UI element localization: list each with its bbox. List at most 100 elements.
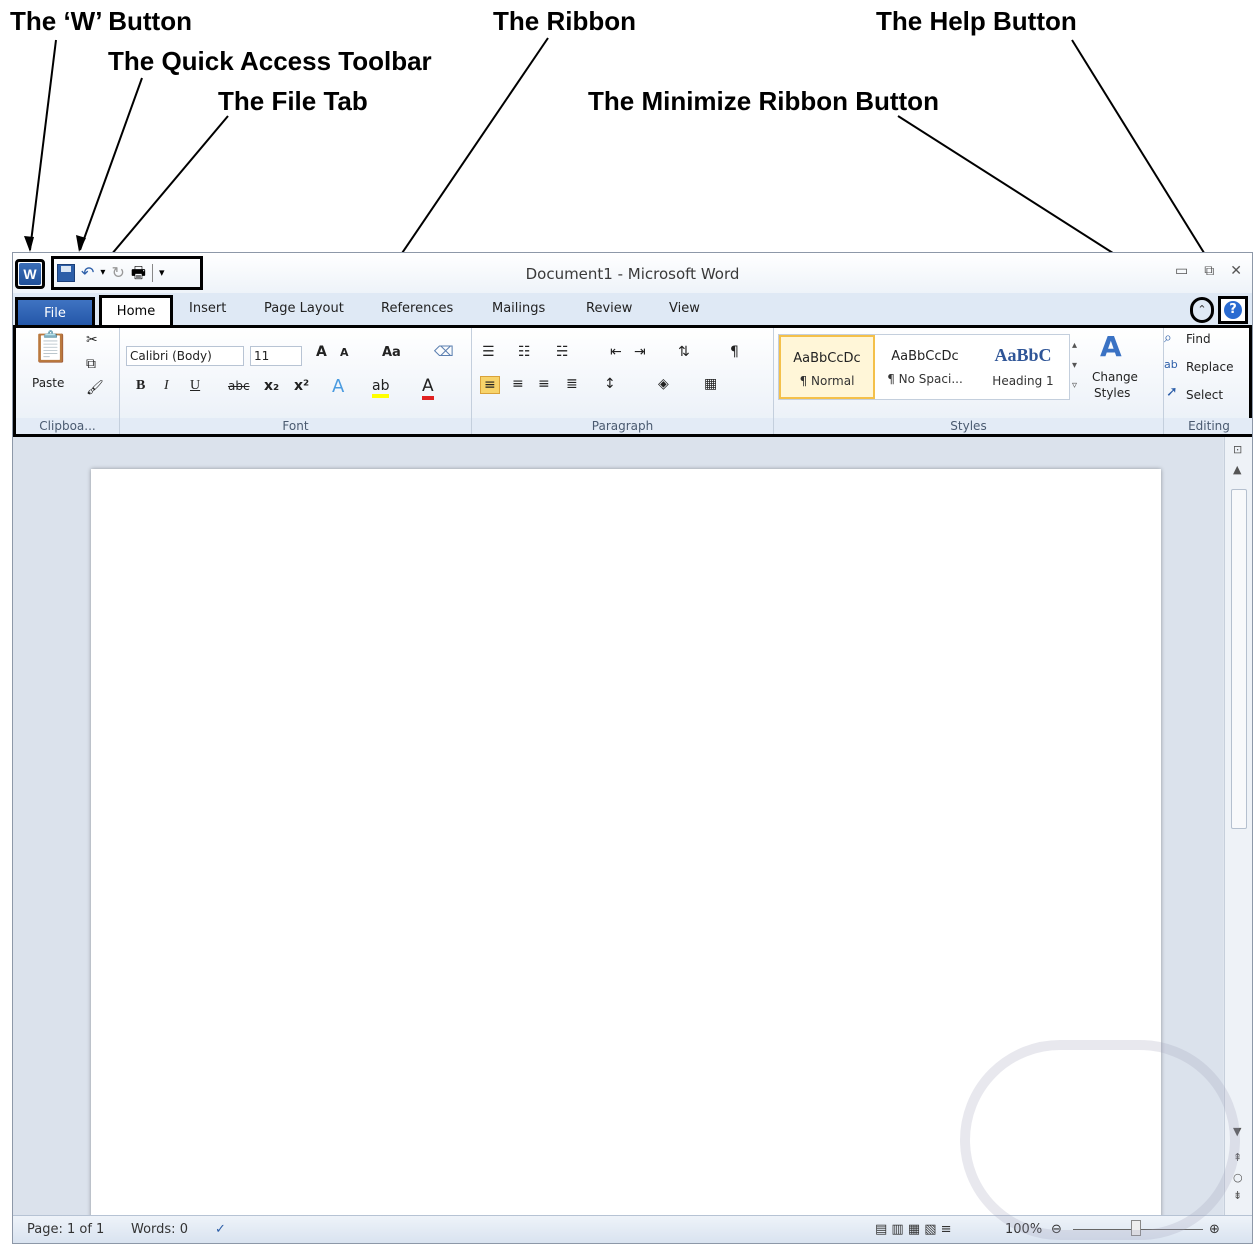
next-page-icon[interactable]: ⇟	[1233, 1189, 1242, 1202]
align-left-icon[interactable]: ≡	[480, 376, 500, 394]
tab-insert[interactable]: Insert	[189, 301, 226, 316]
arrowhead-w-button	[24, 236, 34, 252]
copy-icon[interactable]: ⧉	[86, 356, 96, 372]
select-icon[interactable]: ➚	[1166, 384, 1178, 400]
find-button[interactable]: Find	[1186, 332, 1211, 346]
font-size-combo[interactable]: 11	[250, 346, 302, 366]
group-label-editing: Editing	[1164, 418, 1252, 434]
paste-icon[interactable]: 📋	[32, 330, 69, 365]
group-clipboard: 📋 Paste ✂ ⧉ 🖌 Clipboa...	[16, 328, 120, 434]
restore-window-icon[interactable]: ⧉	[1204, 263, 1214, 279]
text-effects-icon[interactable]: A	[332, 376, 344, 397]
annotation-help-button: The Help Button	[876, 6, 1077, 36]
increase-indent-icon[interactable]: ⇥	[634, 344, 646, 360]
style-no-spacing[interactable]: AaBbCcDc ¶ No Spaci...	[877, 335, 973, 399]
change-case-button[interactable]: Aa	[382, 345, 401, 360]
annotation-quick-access-toolbar: The Quick Access Toolbar	[108, 46, 432, 76]
window-controls: ▭ ⧉ ✕	[1175, 263, 1242, 279]
annotation-file-tab: The File Tab	[218, 86, 368, 116]
style-normal[interactable]: AaBbCcDc ¶ Normal	[779, 335, 875, 399]
style-sample: AaBbCcDc	[793, 351, 861, 366]
font-color-icon[interactable]: A	[422, 376, 434, 400]
word-count[interactable]: Words: 0	[131, 1222, 188, 1237]
logo-watermark	[960, 1040, 1240, 1240]
change-styles-label-2[interactable]: Styles	[1094, 386, 1130, 400]
align-right-icon[interactable]: ≡	[538, 376, 550, 392]
cut-icon[interactable]: ✂	[86, 332, 98, 348]
shading-icon[interactable]: ◈	[658, 376, 669, 392]
multilevel-list-icon[interactable]: ☵	[556, 344, 569, 360]
zoom-in-icon[interactable]: ⊕	[1209, 1222, 1220, 1237]
annotation-ribbon: The Ribbon	[493, 6, 636, 36]
shrink-font-icon[interactable]: A	[340, 346, 349, 359]
tab-file[interactable]: File	[15, 297, 95, 325]
arrowhead-quick-access	[76, 235, 86, 252]
style-sample: AaBbC	[994, 345, 1052, 365]
font-name-combo[interactable]: Calibri (Body)	[126, 346, 244, 366]
sort-icon[interactable]: ⇅	[678, 344, 690, 360]
group-label-styles: Styles	[774, 418, 1163, 434]
replace-icon[interactable]: ab	[1164, 358, 1178, 371]
underline-icon[interactable]: U	[190, 378, 200, 394]
scrollbar-thumb[interactable]	[1231, 489, 1247, 829]
style-name: Heading 1	[992, 374, 1054, 388]
style-name: ¶ Normal	[799, 374, 855, 388]
select-button[interactable]: Select	[1186, 388, 1223, 402]
title-bar: W ↶ ▾ ↻ 🖶 ▾ Document1 - Microsoft Word ▭…	[13, 253, 1252, 293]
change-styles-label[interactable]: Change	[1092, 370, 1138, 384]
italic-icon[interactable]: I	[164, 378, 169, 394]
clear-formatting-icon[interactable]: ⌫	[434, 344, 454, 360]
paste-button-label[interactable]: Paste	[32, 376, 64, 390]
tab-home[interactable]: Home	[99, 295, 173, 327]
group-paragraph: ☰ ☷ ☵ ⇤ ⇥ ⇅ ¶ ≡ ≡ ≡ ≣ ↕ ◈ ▦ Paragraph	[472, 328, 774, 434]
grow-font-icon[interactable]: A	[316, 344, 327, 360]
numbering-icon[interactable]: ☷	[518, 344, 531, 360]
page-count[interactable]: Page: 1 of 1	[27, 1222, 104, 1237]
group-label-clipboard: Clipboa...	[16, 418, 119, 434]
scroll-up-icon[interactable]: ▲	[1233, 463, 1241, 476]
tab-page-layout[interactable]: Page Layout	[264, 301, 344, 316]
leader-w-button	[29, 39, 57, 251]
bold-icon[interactable]: B	[136, 378, 145, 394]
group-label-paragraph: Paragraph	[472, 418, 773, 434]
proofing-icon[interactable]: ✓	[215, 1222, 226, 1237]
find-icon[interactable]: ⌕	[1164, 330, 1172, 346]
window-title: Document1 - Microsoft Word	[525, 265, 740, 283]
justify-icon[interactable]: ≣	[566, 376, 578, 392]
view-buttons[interactable]: ▤ ▥ ▦ ▧ ≡	[875, 1222, 952, 1237]
superscript-icon[interactable]: x²	[294, 378, 309, 394]
subscript-icon[interactable]: x₂	[264, 378, 279, 394]
format-painter-icon[interactable]: 🖌	[86, 380, 104, 396]
show-formatting-icon[interactable]: ¶	[730, 344, 739, 360]
tab-review[interactable]: Review	[586, 301, 632, 316]
help-button-highlight: ?	[1218, 296, 1248, 324]
style-sample: AaBbCcDc	[891, 349, 959, 364]
bullets-icon[interactable]: ☰	[482, 344, 495, 360]
help-button[interactable]: ?	[1224, 301, 1242, 319]
align-center-icon[interactable]: ≡	[512, 376, 524, 392]
styles-scroll-arrows[interactable]: ▴ ▾ ▿	[1072, 336, 1077, 396]
tab-references[interactable]: References	[381, 301, 453, 316]
group-font: Calibri (Body) 11 A A Aa ⌫ B I U abc x₂ …	[120, 328, 472, 434]
tab-mailings[interactable]: Mailings	[492, 301, 545, 316]
close-window-icon[interactable]: ✕	[1230, 263, 1242, 279]
minimize-window-icon[interactable]: ▭	[1175, 263, 1188, 279]
annotation-minimize-ribbon: The Minimize Ribbon Button	[588, 86, 939, 116]
replace-button[interactable]: Replace	[1186, 360, 1233, 374]
ruler-toggle-icon[interactable]: ⊡	[1233, 443, 1242, 456]
leader-quick-access	[79, 77, 143, 251]
style-name: ¶ No Spaci...	[887, 372, 963, 386]
browse-object-icon[interactable]: ○	[1233, 1171, 1243, 1184]
decrease-indent-icon[interactable]: ⇤	[610, 344, 622, 360]
borders-icon[interactable]: ▦	[704, 376, 717, 392]
change-styles-icon[interactable]: A	[1100, 330, 1122, 363]
style-heading-1[interactable]: AaBbC Heading 1	[975, 335, 1071, 399]
strikethrough-icon[interactable]: abc	[228, 379, 250, 393]
line-spacing-icon[interactable]: ↕	[604, 376, 616, 392]
minimize-ribbon-button[interactable]: ⌃	[1190, 297, 1214, 323]
tab-view[interactable]: View	[669, 301, 700, 316]
annotation-w-button: The ‘W’ Button	[10, 6, 192, 36]
group-label-font: Font	[120, 418, 471, 434]
highlight-color-icon[interactable]: ab	[372, 378, 390, 398]
ribbon: 📋 Paste ✂ ⧉ 🖌 Clipboa... Calibri (Body) …	[13, 325, 1252, 437]
